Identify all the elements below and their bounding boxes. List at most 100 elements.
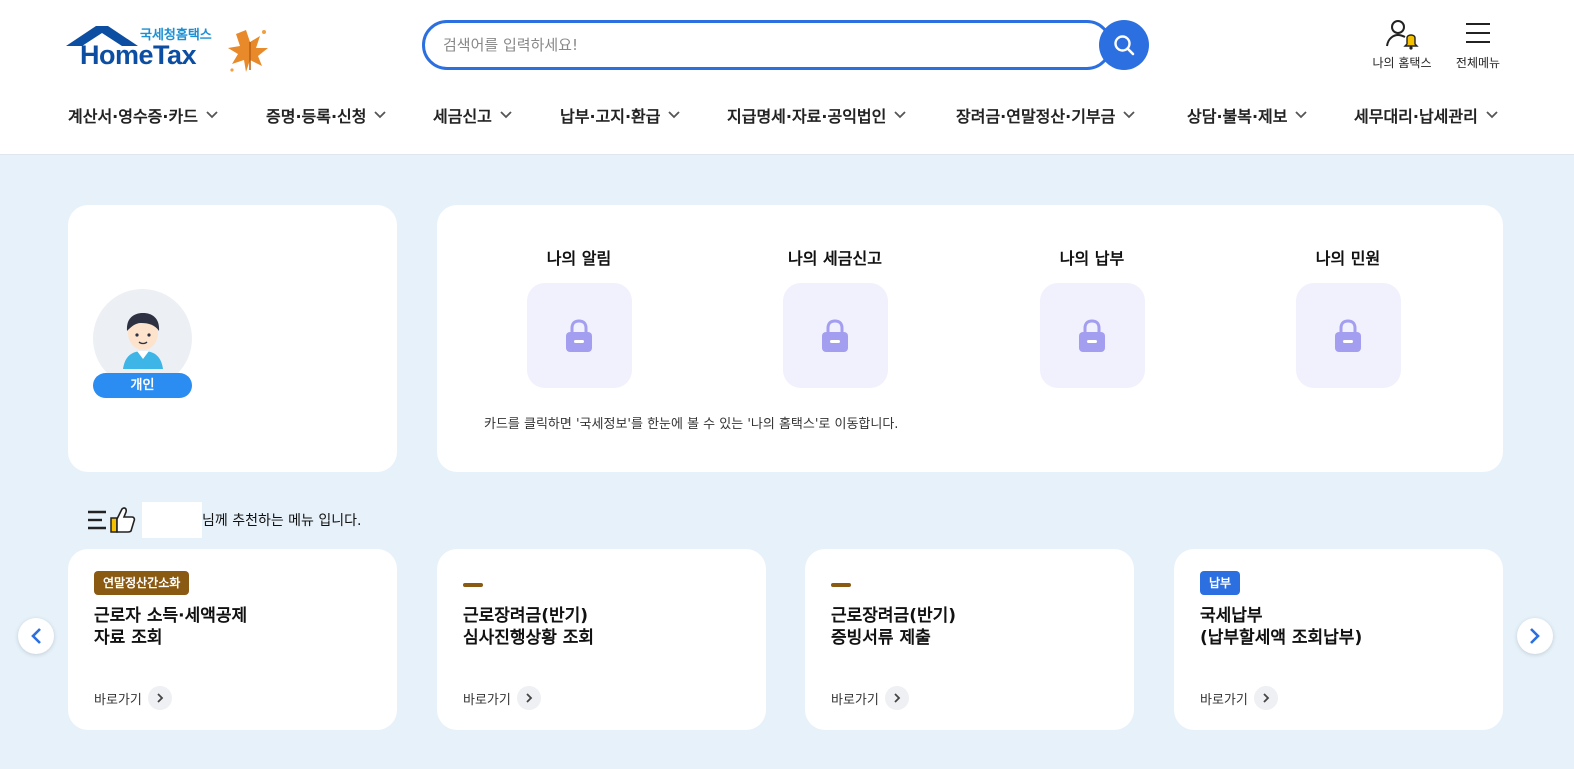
chevron-right-icon	[1530, 628, 1540, 644]
nav-item-invoice[interactable]: 계산서·영수증·카드	[68, 103, 218, 127]
chevron-down-icon	[500, 111, 512, 119]
card-title: 근로자 소득·세액공제 자료 조회	[94, 605, 247, 649]
nav-item-statement[interactable]: 지급명세·자료·공익법인	[727, 103, 906, 127]
my-hometax-label: 나의 홈택스	[1372, 56, 1432, 70]
chevron-down-icon	[1486, 111, 1498, 119]
nav-label: 지급명세·자료·공익법인	[727, 107, 887, 126]
recommend-card-tax-payment[interactable]: 납부 국세납부 (납부할세액 조회납부) 바로가기	[1174, 549, 1503, 730]
my-tax-report-card[interactable]: 나의 세금신고	[770, 245, 900, 388]
all-menu-button[interactable]: 전체메뉴	[1438, 18, 1518, 71]
card-tag-bar	[463, 583, 483, 587]
card-title-line2: 심사진행상황 조회	[463, 628, 595, 648]
go-circle	[884, 686, 909, 710]
my-hometax-note: 카드를 클릭하면 '국세정보'를 한눈에 볼 수 있는 '나의 홈택스'로 이동…	[484, 417, 899, 432]
card-title-line1: 근로장려금(반기)	[463, 606, 589, 626]
card-title-line2: (납부할세액 조회납부)	[1200, 628, 1363, 648]
go-circle	[1253, 686, 1278, 710]
search-input[interactable]	[443, 33, 1083, 57]
nav-label: 납부·고지·환급	[560, 107, 661, 126]
go-circle	[516, 686, 541, 710]
recommend-card-incentive-status[interactable]: 근로장려금(반기) 심사진행상황 조회 바로가기	[437, 549, 766, 730]
main-navigation: 계산서·영수증·카드 증명·등록·신청 세금신고 납부·고지·환급 지급명세·자…	[0, 95, 1574, 135]
chevron-down-icon	[1123, 111, 1135, 119]
chevron-down-icon	[1295, 111, 1308, 119]
user-name-placeholder	[142, 502, 202, 538]
recommend-card-incentive-docs[interactable]: 근로장려금(반기) 증빙서류 제출 바로가기	[805, 549, 1134, 730]
card-title: 국세납부 (납부할세액 조회납부)	[1200, 605, 1362, 649]
user-type-badge[interactable]: 개인	[93, 373, 192, 398]
chevron-right-icon	[157, 693, 164, 703]
card-title-line1: 국세납부	[1200, 606, 1263, 626]
card-title: 근로장려금(반기) 증빙서류 제출	[831, 605, 956, 649]
my-hometax-panel: 나의 알림 나의 세금신고 나의 납부 나의 민원 카드를 클릭하면 '국세정보…	[437, 205, 1503, 472]
recommend-thumbs-up-icon	[88, 507, 136, 533]
chevron-down-icon	[206, 111, 218, 119]
recommend-heading: 님께 추천하는 메뉴 입니다.	[86, 502, 361, 538]
go-label: 바로가기	[463, 692, 511, 708]
my-notification-card[interactable]: 나의 알림	[514, 245, 644, 388]
go-circle	[147, 686, 172, 710]
go-link[interactable]: 바로가기	[1200, 686, 1278, 710]
my-item-title: 나의 민원	[1315, 249, 1381, 268]
prev-arrow-button[interactable]	[18, 618, 54, 654]
logo-title: HomeTax	[80, 40, 197, 70]
card-title-line2: 자료 조회	[94, 628, 163, 648]
go-link[interactable]: 바로가기	[831, 686, 909, 710]
search-icon	[1114, 35, 1135, 56]
go-link[interactable]: 바로가기	[94, 686, 172, 710]
lock-icon	[1079, 318, 1105, 352]
my-item-box	[526, 283, 632, 388]
my-item-box	[1039, 283, 1145, 388]
nav-label: 증명·등록·신청	[266, 107, 367, 126]
nav-item-incentive[interactable]: 장려금·연말정산·기부금	[956, 103, 1135, 127]
my-item-title: 나의 세금신고	[788, 249, 882, 268]
all-menu-label: 전체메뉴	[1455, 56, 1501, 70]
my-hometax-button[interactable]: 나의 홈택스	[1362, 18, 1442, 71]
nav-item-certificate[interactable]: 증명·등록·신청	[266, 103, 387, 127]
card-tag: 연말정산간소화	[94, 571, 190, 595]
hometax-logo[interactable]: 국세청홈택스 HomeTax	[66, 22, 276, 74]
chevron-left-icon	[31, 628, 41, 644]
chevron-right-icon	[894, 693, 901, 703]
card-title: 근로장려금(반기) 심사진행상황 조회	[463, 605, 594, 649]
nav-label: 세금신고	[433, 107, 492, 126]
nav-label: 장려금·연말정산·기부금	[956, 107, 1116, 126]
card-title-line1: 근로자 소득·세액공제	[94, 606, 248, 626]
recommend-card-yearend[interactable]: 연말정산간소화 근로자 소득·세액공제 자료 조회 바로가기	[68, 549, 397, 730]
my-payment-card[interactable]: 나의 납부	[1027, 245, 1157, 388]
lock-icon	[566, 318, 592, 352]
user-bell-icon	[1386, 20, 1419, 50]
chevron-right-icon	[526, 693, 533, 703]
my-item-box	[1295, 283, 1401, 388]
search-button[interactable]	[1099, 20, 1149, 70]
chevron-down-icon	[894, 111, 906, 119]
lock-icon	[822, 318, 848, 352]
go-link[interactable]: 바로가기	[463, 686, 541, 710]
chevron-right-icon	[1263, 693, 1270, 703]
maple-leaf-icon	[228, 30, 268, 72]
nav-label: 상담·불복·제보	[1187, 107, 1288, 126]
nav-item-payment[interactable]: 납부·고지·환급	[560, 103, 681, 127]
nav-item-agent[interactable]: 세무대리·납세관리	[1354, 103, 1498, 127]
hamburger-menu-icon	[1466, 23, 1490, 43]
lock-icon	[1335, 318, 1361, 352]
go-label: 바로가기	[831, 692, 879, 708]
my-civil-petition-card[interactable]: 나의 민원	[1283, 245, 1413, 388]
nav-item-tax-report[interactable]: 세금신고	[433, 103, 512, 127]
nav-label: 세무대리·납세관리	[1354, 107, 1478, 126]
recommend-text: 님께 추천하는 메뉴 입니다.	[202, 513, 362, 529]
next-arrow-button[interactable]	[1517, 618, 1553, 654]
chevron-down-icon	[668, 111, 681, 119]
header: 국세청홈택스 HomeTax 나의 홈택스 전체메뉴	[0, 0, 1574, 155]
nav-item-consult[interactable]: 상담·불복·제보	[1187, 103, 1308, 127]
card-tag: 납부	[1200, 571, 1241, 595]
card-title-line1: 근로장려금(반기)	[831, 606, 957, 626]
nav-label: 계산서·영수증·카드	[68, 107, 198, 126]
my-item-title: 나의 알림	[546, 249, 612, 268]
my-item-box	[782, 283, 888, 388]
go-label: 바로가기	[94, 692, 142, 708]
card-tag-bar	[831, 583, 851, 587]
profile-card: 개인	[68, 205, 397, 472]
go-label: 바로가기	[1200, 692, 1248, 708]
chevron-down-icon	[374, 111, 387, 119]
